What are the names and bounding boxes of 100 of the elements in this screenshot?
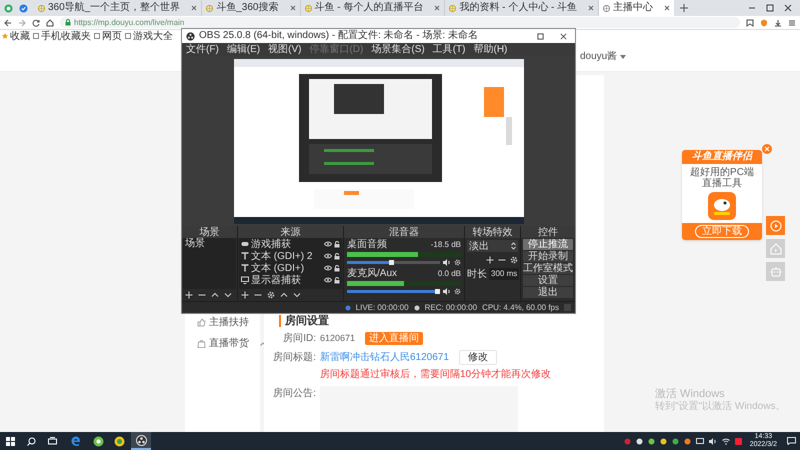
- slider-thumb[interactable]: [435, 289, 440, 294]
- shield-icon[interactable]: [19, 4, 28, 12]
- caret-down-icon[interactable]: [620, 54, 626, 58]
- speaker-icon[interactable]: [708, 438, 717, 444]
- promo-subtitle: 超好用的PC端直播工具: [689, 166, 755, 189]
- bookmark-link[interactable]: 游戏大全: [133, 30, 173, 42]
- globe-icon: [304, 4, 312, 12]
- close-icon[interactable]: [588, 5, 594, 11]
- reload-icon[interactable]: [32, 18, 40, 26]
- transition-select[interactable]: 淡出: [467, 240, 518, 252]
- close-icon[interactable]: [784, 4, 792, 12]
- field-label: 房间标题:: [272, 350, 316, 365]
- lock-icon[interactable]: [334, 276, 340, 284]
- sidebar-item[interactable]: 直播带货: [209, 336, 249, 351]
- control-button[interactable]: 开始录制: [523, 251, 573, 262]
- settings-icon[interactable]: [454, 288, 461, 295]
- url-text: https://mp.douyu.com/live/main: [74, 18, 184, 28]
- app-icon[interactable]: [93, 436, 104, 446]
- play-button[interactable]: [766, 216, 785, 235]
- menu-item[interactable]: 视图(V): [268, 44, 302, 56]
- volume-slider[interactable]: [347, 261, 440, 264]
- bookmark-link[interactable]: 手机收藏夹: [41, 30, 91, 42]
- obs-logo-icon: [136, 434, 146, 446]
- app-icon[interactable]: [114, 436, 125, 446]
- home-icon[interactable]: [46, 18, 54, 26]
- chevron-down-icon[interactable]: [293, 291, 301, 299]
- channel-name: 桌面音频: [347, 239, 387, 250]
- source-item[interactable]: 文本 (GDI+): [251, 262, 304, 274]
- lock-icon[interactable]: [334, 240, 340, 248]
- monitor-icon: [241, 276, 249, 284]
- bookmark-icon[interactable]: [746, 18, 754, 26]
- play-circle-icon: [770, 220, 782, 232]
- bookmark-link[interactable]: 网页: [102, 30, 122, 42]
- dock-title: 混音器: [389, 226, 419, 238]
- control-button[interactable]: 停止推流: [523, 239, 573, 250]
- channel-reading: 0.0 dB: [438, 268, 461, 278]
- dock-title: 转场特效: [472, 226, 512, 238]
- close-icon[interactable]: [191, 5, 198, 11]
- edit-button[interactable]: 修改: [458, 350, 497, 365]
- windows-icon[interactable]: [6, 436, 15, 446]
- maximize-icon[interactable]: [537, 32, 544, 40]
- menu-icon[interactable]: [788, 18, 796, 26]
- source-item[interactable]: 文本 (GDI+) 2: [251, 250, 312, 262]
- control-button[interactable]: 设置: [523, 275, 573, 286]
- settings-icon[interactable]: [454, 259, 461, 266]
- settings-icon[interactable]: [510, 256, 518, 264]
- chevron-up-icon[interactable]: [280, 291, 288, 299]
- menu-item[interactable]: 帮助(H): [473, 44, 508, 56]
- edge-icon[interactable]: [71, 436, 81, 446]
- page-icon: [33, 33, 39, 39]
- close-icon[interactable]: [664, 5, 670, 11]
- obs-taskbar-button[interactable]: [131, 432, 151, 450]
- source-item[interactable]: 显示器捕获: [251, 274, 301, 286]
- plus-icon[interactable]: [680, 4, 688, 12]
- source-item[interactable]: 游戏捕获: [251, 238, 291, 250]
- speaker-icon[interactable]: [443, 259, 451, 266]
- duration-field[interactable]: 300 ms: [489, 268, 520, 280]
- globe-icon: [38, 4, 45, 12]
- eye-icon[interactable]: [324, 277, 332, 283]
- activation-title: 激活 Windows: [655, 388, 726, 400]
- task-view-icon[interactable]: [48, 436, 57, 446]
- download-icon[interactable]: [774, 18, 782, 26]
- close-icon[interactable]: [290, 5, 296, 11]
- slider-thumb[interactable]: [388, 260, 394, 265]
- tab-label: 我的资料 - 个人中心 - 斗鱼: [459, 2, 578, 14]
- settings-icon[interactable]: [267, 291, 275, 299]
- chevron-up-icon[interactable]: [211, 291, 219, 299]
- user-name[interactable]: douyu酱: [580, 49, 618, 64]
- lock-icon[interactable]: [334, 252, 340, 260]
- obs-logo-icon: [186, 32, 195, 40]
- eye-icon[interactable]: [324, 241, 332, 247]
- bookmark-link[interactable]: 收藏: [10, 30, 30, 42]
- text-icon: [241, 252, 249, 260]
- menu-item[interactable]: 工具(T): [432, 44, 466, 56]
- browser-logo-icon[interactable]: [4, 4, 13, 12]
- lock-icon[interactable]: [334, 264, 340, 272]
- menu-item[interactable]: 文件(F): [186, 44, 219, 56]
- control-button[interactable]: 退出: [523, 287, 573, 298]
- menu-item[interactable]: 场景集合(S): [371, 44, 425, 56]
- announcement-field[interactable]: [320, 386, 518, 432]
- sidebar-item[interactable]: 主播扶持: [209, 315, 249, 330]
- search-icon[interactable]: [27, 436, 36, 446]
- wifi-icon[interactable]: [722, 438, 730, 444]
- globe-icon: [603, 4, 610, 12]
- close-icon[interactable]: [560, 32, 567, 40]
- notification-icon[interactable]: [787, 437, 796, 445]
- close-icon[interactable]: [434, 5, 440, 11]
- status-square: [564, 304, 571, 311]
- control-button[interactable]: 工作室模式: [523, 263, 573, 274]
- back-arrow-icon[interactable]: [4, 18, 12, 26]
- speaker-icon[interactable]: [443, 288, 451, 295]
- dock-title: 控件: [538, 226, 558, 238]
- browser-tab[interactable]: 斗鱼 - 每个人的直播平台: [300, 0, 446, 16]
- eye-icon[interactable]: [324, 253, 332, 259]
- chevron-down-icon[interactable]: [224, 291, 232, 299]
- network-icon[interactable]: [696, 438, 704, 444]
- browser-tab[interactable]: 主播中心: [599, 0, 674, 16]
- maximize-icon[interactable]: [766, 4, 774, 12]
- menu-item[interactable]: 编辑(E): [226, 44, 260, 56]
- eye-icon[interactable]: [324, 265, 332, 271]
